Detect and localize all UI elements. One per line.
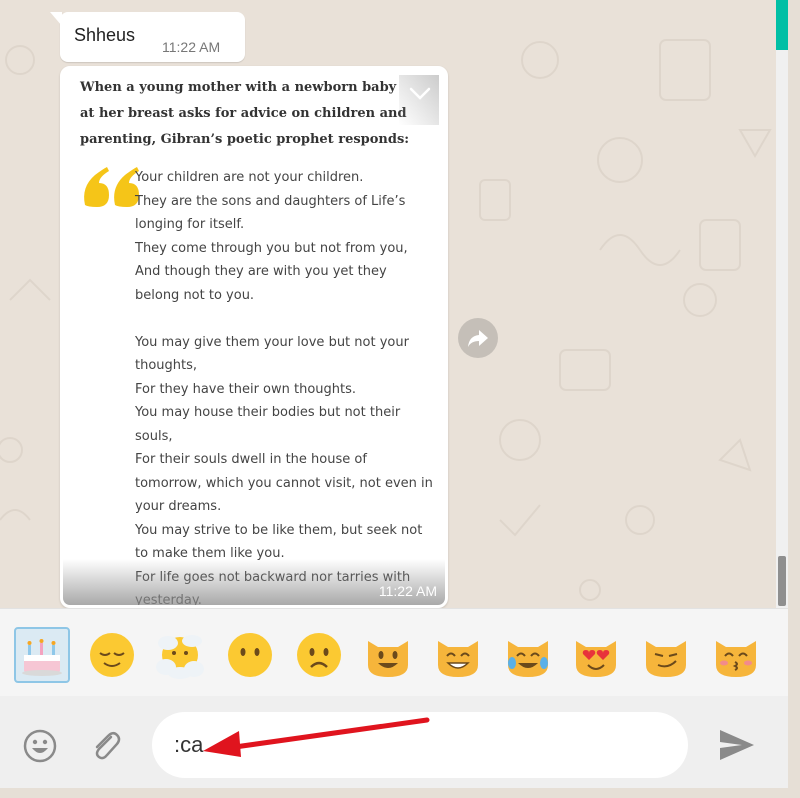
emoji-suggestion-bar xyxy=(0,608,788,696)
cat-tears-of-joy-icon xyxy=(508,641,548,677)
grinning-cat-icon xyxy=(368,641,408,677)
attach-button[interactable] xyxy=(86,726,126,766)
heart-eyes-cat-emoji[interactable] xyxy=(568,627,624,683)
frowning-face-emoji[interactable] xyxy=(291,627,347,683)
grinning-cat-emoji[interactable] xyxy=(360,627,416,683)
send-icon xyxy=(720,730,754,760)
face-in-clouds-emoji[interactable] xyxy=(152,627,208,683)
forward-button[interactable] xyxy=(458,318,498,358)
grinning-cat-smiling-eyes-emoji[interactable] xyxy=(430,627,486,683)
wry-smile-cat-icon xyxy=(646,641,686,677)
kissing-cat-icon xyxy=(716,641,756,677)
relieved-face-emoji[interactable] xyxy=(84,627,140,683)
message-menu-button[interactable] xyxy=(399,75,439,125)
grinning-cat-smiling-eyes-icon xyxy=(438,641,478,677)
chevron-down-icon xyxy=(409,87,431,100)
smiley-icon xyxy=(23,729,57,763)
cat-tears-of-joy-emoji[interactable] xyxy=(500,627,556,683)
image-header-text: When a young mother with a newborn baby … xyxy=(80,80,410,147)
scrollbar-thumb[interactable] xyxy=(778,556,786,606)
image-poem-text: Your children are not your children. The… xyxy=(135,170,433,605)
send-button[interactable] xyxy=(714,724,760,766)
frowning-face-icon xyxy=(297,633,341,677)
birthday-cake-icon xyxy=(22,639,62,676)
kissing-cat-emoji[interactable] xyxy=(708,627,764,683)
face-without-mouth-emoji[interactable] xyxy=(222,627,278,683)
heart-eyes-cat-icon xyxy=(576,641,616,677)
sender-message-bubble[interactable]: Shheus 11:22 AM xyxy=(50,12,245,62)
paperclip-icon xyxy=(95,732,121,760)
wry-smile-cat-emoji[interactable] xyxy=(638,627,694,683)
quote-mark-icon xyxy=(84,167,139,207)
face-without-mouth-icon xyxy=(228,633,272,677)
annotation-arrow xyxy=(203,717,430,757)
image-message-time: 11:22 AM xyxy=(378,583,437,599)
scrollbar-track[interactable] xyxy=(776,50,788,608)
face-in-clouds-icon xyxy=(156,635,204,679)
emoji-button[interactable] xyxy=(20,726,60,766)
image-message-bubble[interactable]: When a young mother with a newborn baby … xyxy=(60,66,448,608)
birthday-cake-emoji[interactable] xyxy=(14,627,70,683)
relieved-face-icon xyxy=(90,633,134,677)
chat-area: Shheus 11:22 AM When a young mother with… xyxy=(0,0,788,608)
forward-icon xyxy=(468,330,488,347)
window-edge xyxy=(788,608,800,798)
sender-name: Shheus xyxy=(74,25,136,45)
message-time: 11:22 AM xyxy=(162,39,221,55)
window-bottom-edge xyxy=(0,788,800,798)
accent-strip xyxy=(776,0,788,50)
